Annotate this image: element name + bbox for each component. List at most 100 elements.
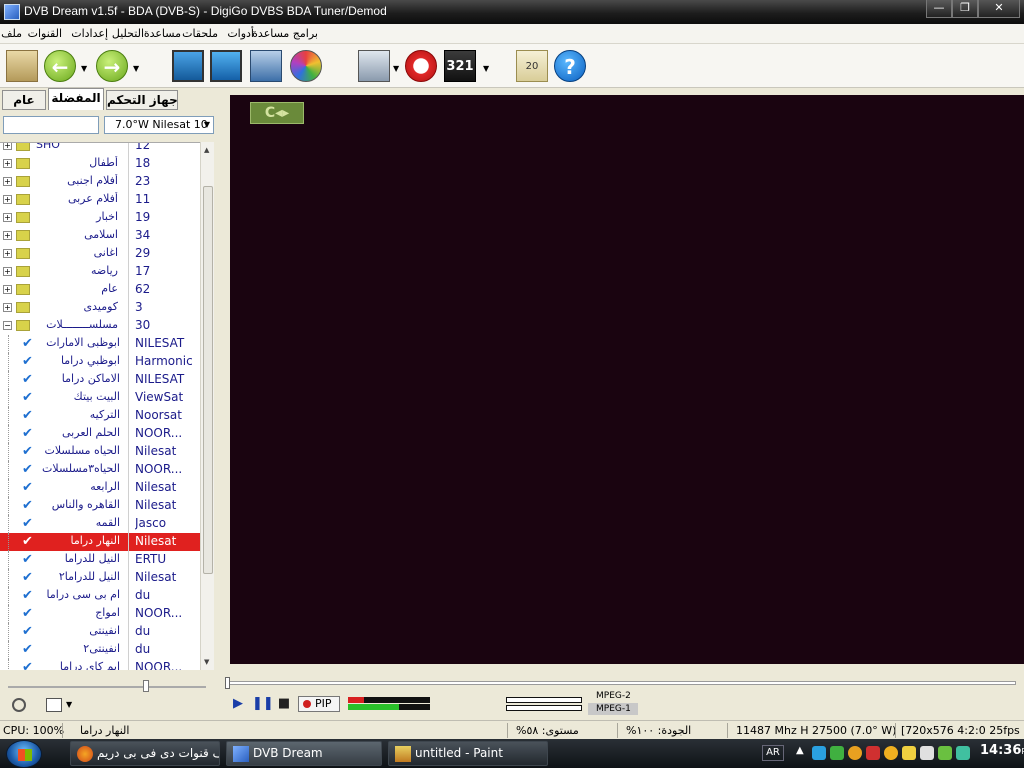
- stop-icon[interactable]: ■: [276, 696, 292, 712]
- channel-row[interactable]: ✔ النيل للدراما٢ Nilesat: [0, 569, 200, 587]
- forward-arrow-icon[interactable]: →: [96, 50, 128, 82]
- chevron-down-icon[interactable]: ▼: [204, 117, 210, 133]
- expand-icon[interactable]: +: [3, 213, 12, 222]
- shield-tray-icon[interactable]: [902, 746, 916, 760]
- volume-tray-icon[interactable]: [884, 746, 898, 760]
- channel-group-row[interactable]: + كوميدى 3: [0, 299, 200, 317]
- sync-tray-icon[interactable]: [956, 746, 970, 760]
- channel-row[interactable]: ✔ انفينتى٢ du: [0, 641, 200, 659]
- scrollbar-thumb[interactable]: [203, 186, 213, 574]
- satellite-select[interactable]: 7.0°W Nilesat 10 ▼: [104, 116, 214, 134]
- power-icon[interactable]: [405, 50, 437, 82]
- monitor-icon[interactable]: [172, 50, 204, 82]
- channel-row[interactable]: ✔ ابوظبي دراما Harmonic: [0, 353, 200, 371]
- volume-slider-knob[interactable]: [143, 680, 149, 692]
- volume-slider[interactable]: [8, 680, 206, 692]
- taskbar-firefox[interactable]: ملف قنوات دى فى بى دريم ...: [70, 741, 220, 766]
- codec-mpeg2[interactable]: MPEG-2: [588, 690, 638, 702]
- menu-analysis[interactable]: التحليل: [112, 27, 144, 40]
- channel-group-row[interactable]: + SHO 12: [0, 143, 200, 155]
- expand-icon[interactable]: +: [3, 159, 12, 168]
- channel-row-selected[interactable]: ✔ النهار دراما Nilesat: [0, 533, 200, 551]
- channel-row[interactable]: ✔ التركيه Noorsat: [0, 407, 200, 425]
- channel-group-row[interactable]: + عام 62: [0, 281, 200, 299]
- pip-button[interactable]: PIP: [298, 696, 340, 712]
- channel-tree[interactable]: + SHO 12 + أطفال 18 + أفلام اجنبى 23 + أفلام عربى 1…: [0, 142, 200, 670]
- seek-knob[interactable]: [225, 677, 230, 689]
- video-display[interactable]: C◂▸: [230, 95, 1024, 664]
- expand-icon[interactable]: +: [3, 195, 12, 204]
- tab-remote[interactable]: جهاز التحكم: [106, 90, 178, 110]
- channel-group-row[interactable]: + أفلام عربى 11: [0, 191, 200, 209]
- back-dropdown-icon[interactable]: ▼: [81, 64, 87, 73]
- channel-row[interactable]: ✔ الرابعه Nilesat: [0, 479, 200, 497]
- list-view-dropdown-icon[interactable]: ▼: [66, 700, 72, 709]
- dual-monitor-icon[interactable]: [210, 50, 242, 82]
- tool-tray-icon[interactable]: [866, 746, 880, 760]
- network-icon[interactable]: [250, 50, 282, 82]
- channel-list-scrollbar[interactable]: ▲ ▼: [200, 142, 214, 670]
- channel-group-row[interactable]: + اسلامى 34: [0, 227, 200, 245]
- start-button[interactable]: [6, 740, 42, 768]
- refresh-icon[interactable]: [12, 698, 26, 712]
- expand-icon[interactable]: +: [3, 249, 12, 258]
- taskbar-dvbdream[interactable]: DVB Dream: [226, 741, 382, 766]
- language-indicator[interactable]: AR: [762, 745, 784, 761]
- play-icon[interactable]: ▶: [230, 696, 246, 712]
- channel-row[interactable]: ✔ الاماكن دراما NILESAT: [0, 371, 200, 389]
- collapse-icon[interactable]: −: [3, 321, 12, 330]
- network-tray-icon[interactable]: [812, 746, 826, 760]
- codec-mpeg1[interactable]: MPEG-1: [588, 703, 638, 715]
- menu-addons[interactable]: ملحقات: [182, 27, 218, 40]
- seek-bar[interactable]: [225, 677, 1016, 689]
- channel-row[interactable]: ✔ الحلم العربى NOOR...: [0, 425, 200, 443]
- channel-row[interactable]: ✔ الحياه٣مسلسلات NOOR...: [0, 461, 200, 479]
- taskbar-paint[interactable]: untitled - Paint: [388, 741, 548, 766]
- countdown-321-icon[interactable]: 321: [444, 50, 476, 82]
- tab-general[interactable]: عام: [2, 90, 46, 110]
- system-clock[interactable]: 14:36PM: [980, 743, 1024, 758]
- maximize-button[interactable]: ❐: [952, 0, 978, 18]
- channel-row[interactable]: ✔ القمه Jasco: [0, 515, 200, 533]
- menu-channels[interactable]: القنوات: [28, 27, 62, 40]
- channel-group-row[interactable]: + أطفال 18: [0, 155, 200, 173]
- channel-row[interactable]: ✔ القاهره والناس Nilesat: [0, 497, 200, 515]
- channel-group-row[interactable]: + اخبار 19: [0, 209, 200, 227]
- list-view-icon[interactable]: [46, 698, 62, 712]
- channel-list-icon[interactable]: [6, 50, 38, 82]
- countdown-dropdown-icon[interactable]: ▼: [483, 64, 489, 73]
- channel-row[interactable]: ✔ ام بى سى دراما du: [0, 587, 200, 605]
- recorder-dropdown-icon[interactable]: ▼: [393, 64, 399, 73]
- expand-icon[interactable]: +: [3, 267, 12, 276]
- menu-file[interactable]: ملف: [1, 27, 22, 40]
- channel-row[interactable]: ✔ البيت بيتك ViewSat: [0, 389, 200, 407]
- channel-group-row[interactable]: − مسلســــــــلات 30: [0, 317, 200, 335]
- calendar-icon[interactable]: 20: [516, 50, 548, 82]
- channel-group-row[interactable]: + اغانى 29: [0, 245, 200, 263]
- expand-icon[interactable]: +: [3, 285, 12, 294]
- channel-row[interactable]: ✔ ابوظبى الامارات NILESAT: [0, 335, 200, 353]
- pause-icon[interactable]: ❚❚: [252, 696, 274, 712]
- app-tray-icon[interactable]: [848, 746, 862, 760]
- menu-help[interactable]: مساعدة: [144, 27, 181, 40]
- tab-favorites[interactable]: المفضلة: [48, 88, 104, 110]
- app-icon[interactable]: [4, 4, 20, 20]
- channel-group-row[interactable]: + رياضه 17: [0, 263, 200, 281]
- menu-settings[interactable]: إعدادات: [71, 27, 108, 40]
- channel-row[interactable]: ✔ النيل للدراما ERTU: [0, 551, 200, 569]
- forward-dropdown-icon[interactable]: ▼: [133, 64, 139, 73]
- expand-icon[interactable]: +: [3, 231, 12, 240]
- help-icon[interactable]: ?: [554, 50, 586, 82]
- channel-row[interactable]: ✔ انفينتى du: [0, 623, 200, 641]
- channel-row[interactable]: ✔ ايم كاى دراما NOOR...: [0, 659, 200, 670]
- tray-expand-icon[interactable]: ▲: [796, 745, 804, 756]
- scroll-down-icon[interactable]: ▼: [204, 658, 209, 666]
- menu-utilities[interactable]: برامج مساعدة: [252, 27, 318, 40]
- scroll-up-icon[interactable]: ▲: [204, 146, 209, 154]
- epg-color-icon[interactable]: [290, 50, 322, 82]
- recorder-icon[interactable]: [358, 50, 390, 82]
- antivirus-tray-icon[interactable]: [830, 746, 844, 760]
- expand-icon[interactable]: +: [3, 177, 12, 186]
- battery-tray-icon[interactable]: [920, 746, 934, 760]
- pen-tray-icon[interactable]: [938, 746, 952, 760]
